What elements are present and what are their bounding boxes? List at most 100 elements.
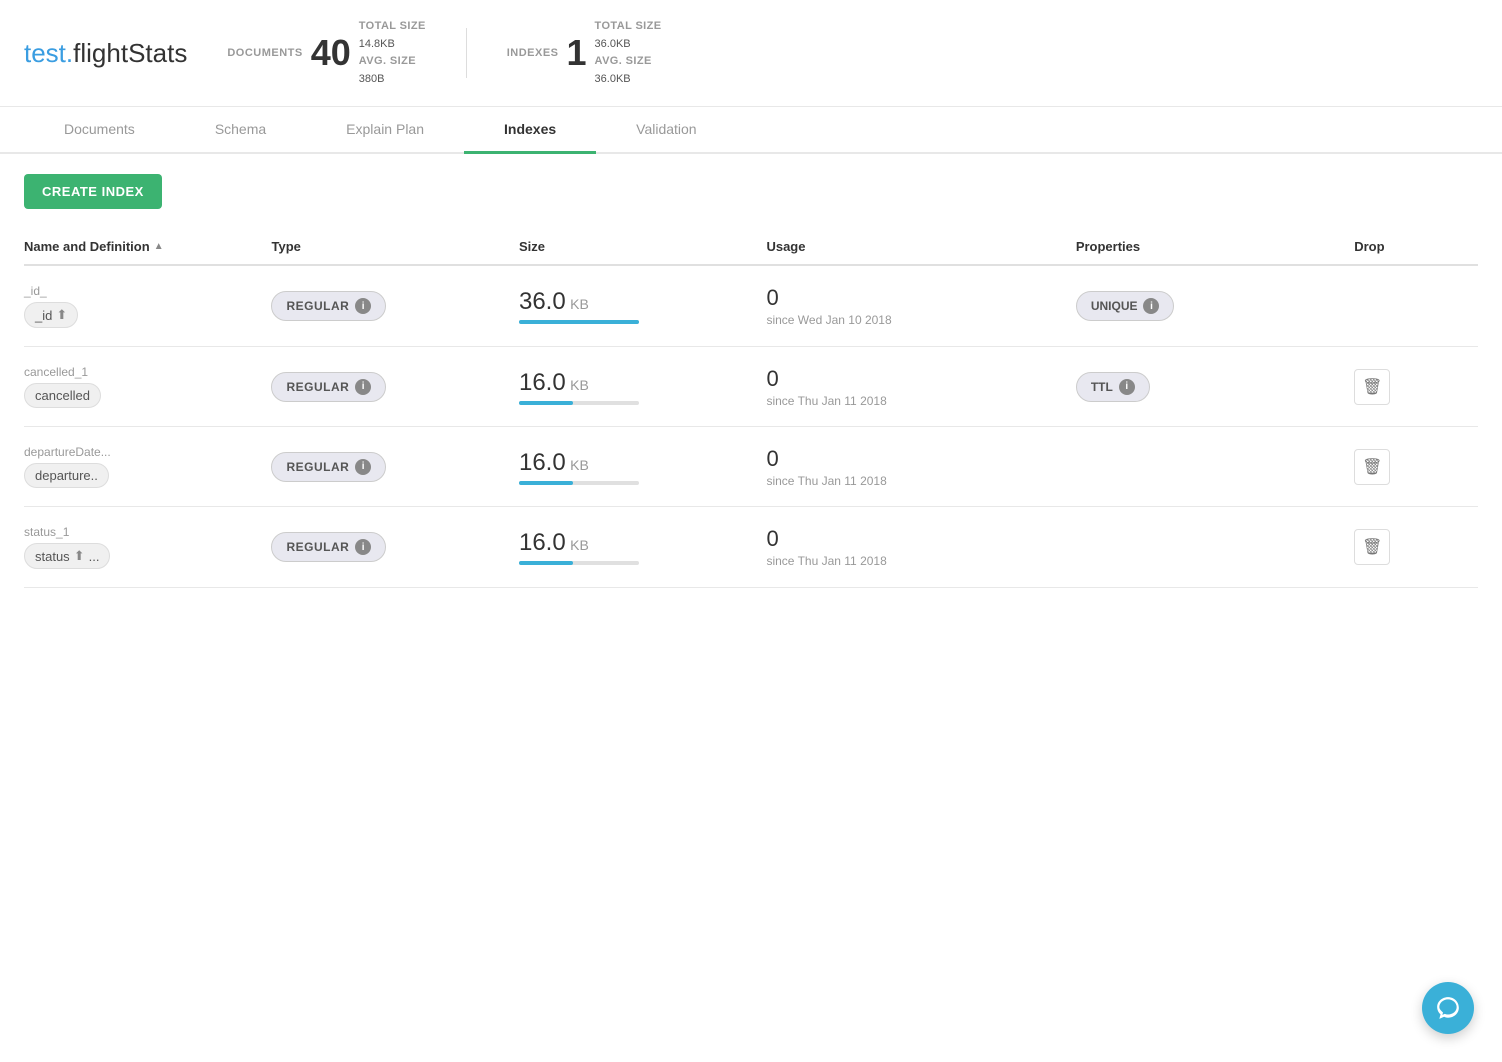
drop-index-button[interactable]: 🗑 [1354,449,1390,485]
index-name-badge: cancelled [24,383,101,408]
usage-count: 0 [766,285,1059,311]
usage-count: 0 [766,366,1059,392]
index-name-badge: status ⬆... [24,543,110,569]
index-name-label: departureDate... [24,445,255,459]
index-properties-cell: TTL i [1076,347,1354,427]
index-drop-cell: 🗑 [1354,507,1478,588]
tab-validation[interactable]: Validation [596,107,736,154]
tab-schema[interactable]: Schema [175,107,306,154]
col-size: Size [519,229,766,265]
type-info-icon[interactable]: i [355,459,371,475]
usage-count: 0 [766,526,1059,552]
sort-arrow-icon: ▲ [154,241,164,252]
drop-index-button[interactable]: 🗑 [1354,529,1390,565]
indexes-count: 1 [567,32,587,74]
type-badge: REGULAR i [271,452,386,482]
size-progress-fill [519,320,639,324]
table-row: _id_ _id ⬆ REGULAR i 36.0 KB 0 since Wed… [24,265,1478,347]
index-drop-cell: 🗑 [1354,347,1478,427]
type-badge: REGULAR i [271,532,386,562]
documents-label: DOCUMENTS [227,47,302,59]
index-type-cell: REGULAR i [271,507,518,588]
usage-since: since Thu Jan 11 2018 [766,554,1059,568]
size-progress-bar [519,481,639,485]
index-size-cell: 16.0 KB [519,427,766,507]
index-properties-cell [1076,507,1354,588]
index-type-cell: REGULAR i [271,427,518,507]
indexes-label: INDEXES [507,47,559,59]
tab-documents[interactable]: Documents [24,107,175,154]
usage-since: since Wed Jan 10 2018 [766,313,1059,327]
index-size-cell: 36.0 KB [519,265,766,347]
usage-since: since Thu Jan 11 2018 [766,474,1059,488]
documents-sub-stats: TOTAL SIZE 14.8KB AVG. SIZE 380B [359,18,426,88]
property-badge: UNIQUE i [1076,291,1175,321]
index-name-cell: _id_ _id ⬆ [24,265,271,347]
size-progress-bar [519,401,639,405]
size-progress-fill [519,481,573,485]
type-badge: REGULAR i [271,372,386,402]
size-value: 16.0 KB [519,369,750,397]
documents-stat: DOCUMENTS 40 TOTAL SIZE 14.8KB AVG. SIZE… [227,18,425,88]
size-value: 36.0 KB [519,288,750,316]
col-name: Name and Definition ▲ [24,229,271,265]
type-info-icon[interactable]: i [355,298,371,314]
header-divider [466,28,467,78]
type-info-icon[interactable]: i [355,379,371,395]
usage-count: 0 [766,446,1059,472]
tab-indexes[interactable]: Indexes [464,107,596,154]
col-properties: Properties [1076,229,1354,265]
size-value: 16.0 KB [519,449,750,477]
table-row: status_1 status ⬆... REGULAR i 16.0 KB 0… [24,507,1478,588]
indexes-table: Name and Definition ▲ Type Size Usage Pr… [24,229,1478,588]
index-type-cell: REGULAR i [271,347,518,427]
tab-bar: Documents Schema Explain Plan Indexes Va… [0,107,1502,154]
header: test.flightStats DOCUMENTS 40 TOTAL SIZE… [0,0,1502,107]
index-name-label: cancelled_1 [24,365,255,379]
index-usage-cell: 0 since Wed Jan 10 2018 [766,265,1075,347]
documents-count: 40 [311,32,351,74]
size-progress-fill [519,561,573,565]
index-drop-cell: 🗑 [1354,427,1478,507]
size-progress-fill [519,401,573,405]
logo-name: flightStats [73,38,187,68]
index-size-cell: 16.0 KB [519,347,766,427]
table-row: departureDate... departure.. REGULAR i 1… [24,427,1478,507]
index-usage-cell: 0 since Thu Jan 11 2018 [766,347,1075,427]
type-info-icon[interactable]: i [355,539,371,555]
usage-since: since Thu Jan 11 2018 [766,394,1059,408]
index-name-badge: _id ⬆ [24,302,78,328]
size-progress-bar [519,320,639,324]
chat-fab-button[interactable] [1422,982,1474,1034]
index-properties-cell [1076,427,1354,507]
col-usage: Usage [766,229,1075,265]
index-usage-cell: 0 since Thu Jan 11 2018 [766,427,1075,507]
indexes-sub-stats: TOTAL SIZE 36.0KB AVG. SIZE 36.0KB [595,18,662,88]
property-info-icon[interactable]: i [1119,379,1135,395]
indexes-stat: INDEXES 1 TOTAL SIZE 36.0KB AVG. SIZE 36… [507,18,662,88]
drop-index-button[interactable]: 🗑 [1354,369,1390,405]
app-logo: test.flightStats [24,38,187,69]
index-type-cell: REGULAR i [271,265,518,347]
index-name-label: status_1 [24,525,255,539]
index-properties-cell: UNIQUE i [1076,265,1354,347]
create-index-button[interactable]: CREATE INDEX [24,174,162,209]
index-usage-cell: 0 since Thu Jan 11 2018 [766,507,1075,588]
main-content: CREATE INDEX Name and Definition ▲ Type … [0,154,1502,608]
index-name-cell: cancelled_1 cancelled [24,347,271,427]
index-name-label: _id_ [24,284,255,298]
type-badge: REGULAR i [271,291,386,321]
property-badge: TTL i [1076,372,1150,402]
size-value: 16.0 KB [519,529,750,557]
col-type: Type [271,229,518,265]
size-progress-bar [519,561,639,565]
property-info-icon[interactable]: i [1143,298,1159,314]
index-name-cell: departureDate... departure.. [24,427,271,507]
index-name-cell: status_1 status ⬆... [24,507,271,588]
table-row: cancelled_1 cancelled REGULAR i 16.0 KB … [24,347,1478,427]
logo-test: test [24,38,66,68]
index-drop-cell [1354,265,1478,347]
index-size-cell: 16.0 KB [519,507,766,588]
tab-explain-plan[interactable]: Explain Plan [306,107,464,154]
index-name-badge: departure.. [24,463,109,488]
